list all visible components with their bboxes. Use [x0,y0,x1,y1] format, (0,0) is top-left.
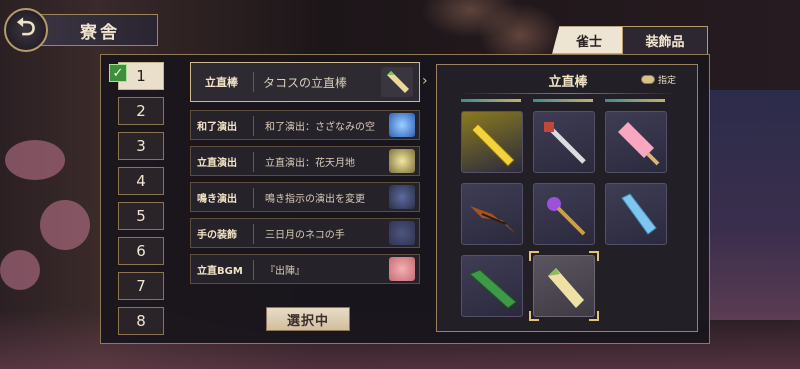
purple-staff-icon [547,197,586,236]
fix-label: 指定 [658,75,677,86]
preset-slot[interactable]: 2 [118,97,164,125]
divider [457,93,679,94]
divider [253,72,254,92]
divider [253,152,254,172]
grid-item[interactable] [461,183,523,245]
green-lizard-stick-icon [469,269,517,309]
preset-slot[interactable]: 6 [118,237,164,265]
divider [253,116,254,136]
list-item[interactable]: 立直棒 タコスの立直棒 [190,62,420,102]
blossom-decoration [5,140,65,180]
cat-paw-icon [389,221,415,245]
preset-slot[interactable]: 5 [118,202,164,230]
grid-item-selected[interactable] [533,255,595,317]
item-grid [461,111,683,321]
wave-sky-icon [389,113,415,137]
list-item-category: 立直棒 [205,76,238,89]
checkmark-icon: ✓ [109,64,127,82]
background-window [695,90,800,320]
list-item-value: 『出陣』 [265,265,305,277]
list-item-value: タコスの立直棒 [263,75,348,90]
preset-slot-column: 1 ✓ 2 3 4 5 6 7 8 [108,58,172,340]
selection-corner [589,251,599,261]
sparkle-icon [389,185,415,209]
tab-decorations[interactable]: 装飾品 [622,26,708,54]
selection-corner [589,311,599,321]
taco-stick-icon [548,268,584,308]
page-title: 寮舎 [40,14,158,46]
grid-item[interactable] [605,183,667,245]
divider [253,224,254,244]
list-item[interactable]: 鳴き演出 鳴き指示の演出を変更 [190,182,420,212]
item-selection-panel: 立直棒 指定 [436,64,698,332]
preset-slot[interactable]: 8 [118,307,164,335]
preset-slot[interactable]: 7 [118,272,164,300]
selection-underline [605,99,665,102]
grid-item[interactable] [533,111,595,173]
list-item-value: 鳴き指示の演出を変更 [265,193,365,205]
list-item[interactable]: 和了演出 和了演出：さざなみの空 [190,110,420,140]
back-button[interactable]: ⮌ [4,8,48,52]
list-item[interactable]: 立直BGM 『出陣』 [190,254,420,284]
grid-item[interactable] [461,111,523,173]
list-item-value: 三日月のネコの手 [265,229,345,241]
toggle-icon [641,74,655,84]
moon-flower-icon [389,149,415,173]
grid-item[interactable] [533,183,595,245]
music-note-icon [389,257,415,281]
selection-underline [533,99,593,102]
ramune-bottle-icon [621,193,657,235]
list-item-category: 和了演出 [197,121,237,133]
blossom-decoration [40,200,90,250]
decoration-list: 立直棒 タコスの立直棒 和了演出 和了演出：さざなみの空 立直演出 立直演出：花… [190,60,420,306]
taco-stick-icon [381,67,413,97]
divider [253,188,254,208]
selected-status-button[interactable]: 選択中 [266,307,350,331]
list-item-category: 立直演出 [197,157,237,169]
selection-underline [461,99,521,102]
back-arrow-icon: ⮌ [16,12,36,41]
list-item-category: 手の装飾 [197,229,237,241]
cross-stick-icon [544,122,586,164]
selection-corner [529,311,539,321]
bat-wing-stick-icon [470,206,516,234]
tab-mahjong-player[interactable]: 雀士 [552,26,626,54]
chevron-right-icon: › [422,73,428,89]
divider [253,260,254,280]
list-item[interactable]: 手の装飾 三日月のネコの手 [190,218,420,248]
fix-toggle[interactable]: 指定 [641,71,689,87]
list-item-value: 和了演出：さざなみの空 [265,121,375,133]
list-item-category: 立直BGM [197,265,243,277]
selection-corner [529,251,539,261]
blossom-decoration [0,250,40,290]
grid-item[interactable] [605,111,667,173]
grid-item[interactable] [461,255,523,317]
gold-stick-icon [471,123,515,167]
list-item-value: 立直演出：花天月地 [265,157,355,169]
list-item[interactable]: 立直演出 立直演出：花天月地 [190,146,420,176]
list-item-category: 鳴き演出 [197,193,237,205]
preset-slot[interactable]: 3 [118,132,164,160]
popsicle-stick-icon [618,122,660,166]
preset-slot[interactable]: 4 [118,167,164,195]
